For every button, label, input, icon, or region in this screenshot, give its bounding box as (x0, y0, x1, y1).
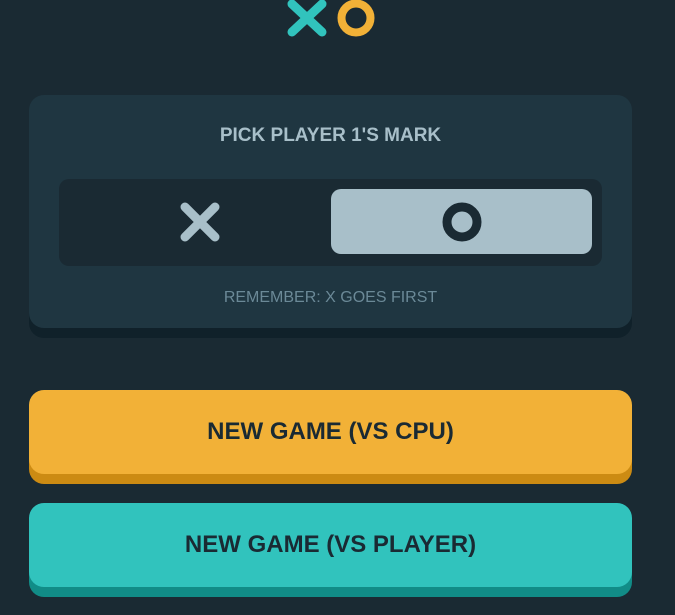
game-menu: PICK PLAYER 1'S MARK REMEMBER: X GOES FI… (0, 0, 675, 615)
new-game-vs-player-button[interactable]: NEW GAME (VS PLAYER) (29, 503, 632, 587)
o-mark-icon (442, 202, 481, 241)
mark-option-x[interactable] (69, 189, 330, 254)
app-logo (287, 0, 377, 40)
mark-option-o[interactable] (331, 189, 592, 254)
reminder-text: REMEMBER: X GOES FIRST (223, 289, 438, 306)
o-mark-icon (337, 0, 375, 37)
pick-mark-card: PICK PLAYER 1'S MARK REMEMBER: X GOES FI… (29, 95, 632, 328)
new-game-vs-cpu-button[interactable]: NEW GAME (VS CPU) (29, 390, 632, 474)
x-mark-icon (287, 0, 327, 37)
x-mark-icon (180, 202, 219, 241)
pick-mark-title: PICK PLAYER 1'S MARK (219, 125, 442, 146)
mark-toggle (59, 179, 602, 266)
